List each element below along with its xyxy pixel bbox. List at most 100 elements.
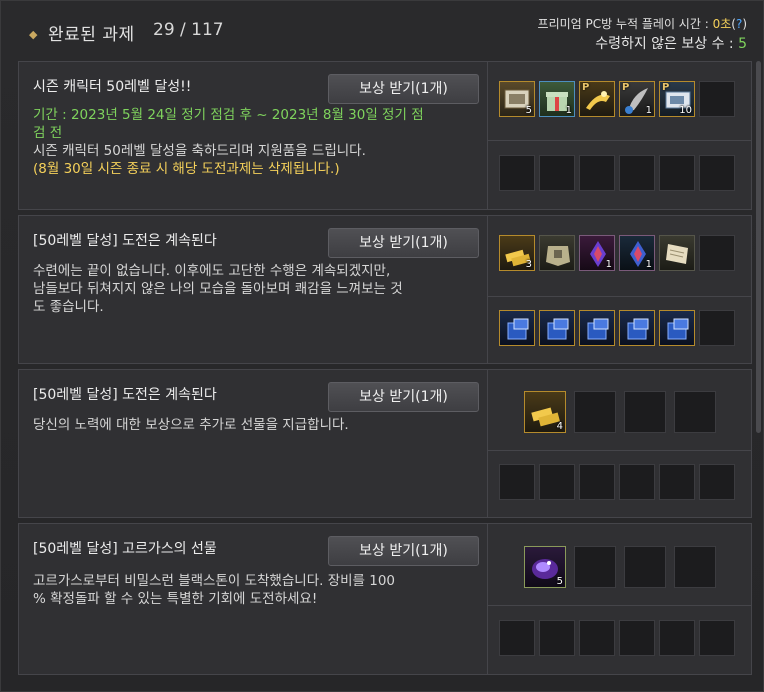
empty-slot	[579, 464, 615, 500]
description-text: 고르가스로부터 비밀스런 블랙스톤이 도착했습니다. 장비를 100	[33, 573, 396, 589]
pcroom-time: 0초	[712, 17, 732, 31]
challenge-card: 시즌 캐릭터 50레벨 달성!! 보상 받기(1개) 기간 : 2023년 5월…	[18, 61, 752, 210]
gift-box-icon[interactable]: 1	[539, 81, 575, 117]
claim-reward-button[interactable]: 보상 받기(1개)	[328, 536, 479, 566]
blue-crate-icon[interactable]	[579, 310, 615, 346]
empty-slot	[699, 81, 735, 117]
claim-reward-button[interactable]: 보상 받기(1개)	[328, 382, 479, 412]
card-info: [50레벨 달성] 도전은 계속된다 보상 받기(1개) 수련에는 끝이 없습니…	[19, 216, 487, 363]
item-quantity: 4	[556, 421, 563, 432]
empty-slot	[574, 391, 616, 433]
empty-slot	[499, 464, 535, 500]
empty-slot	[699, 310, 735, 346]
gold-bar-icon[interactable]: 3	[499, 235, 535, 271]
description-text: 남들보다 뒤쳐지지 않은 나의 모습을 돌아보며 쾌감을 느껴보는 것	[33, 281, 403, 297]
empty-slot	[619, 155, 655, 191]
unclaimed-count: 5	[738, 36, 747, 52]
completed-count: 29 / 117	[153, 20, 224, 40]
help-icon[interactable]: ?	[736, 17, 742, 31]
challenge-name: [50레벨 달성] 도전은 계속된다	[33, 233, 217, 249]
description-text: 당신의 노력에 대한 보상으로 추가로 선물을 지급합니다.	[33, 417, 349, 433]
empty-slot	[699, 235, 735, 271]
empty-slot	[699, 155, 735, 191]
challenge-description: 기간 : 2023년 5월 24일 정기 점검 후 ~ 2023년 8월 30일…	[33, 106, 483, 178]
blue-crate-icon[interactable]	[499, 310, 535, 346]
empty-slot	[574, 546, 616, 588]
purple-blackstone-icon[interactable]: 5	[524, 546, 566, 588]
period-text: 검 전	[33, 125, 63, 141]
item-quantity: 1	[565, 105, 572, 116]
claim-reward-button[interactable]: 보상 받기(1개)	[328, 228, 479, 258]
challenge-name: 시즌 캐릭터 50레벨 달성!!	[33, 79, 192, 95]
item-quantity: 1	[645, 105, 652, 116]
item-quantity: 10	[679, 105, 692, 116]
description-text: % 확정돌파 할 수 있는 특별한 기회에 도전하세요!	[33, 591, 318, 607]
challenge-card: [50레벨 달성] 도전은 계속된다 보상 받기(1개) 당신의 노력에 대한 …	[18, 369, 752, 518]
description-text: 도 좋습니다.	[33, 299, 104, 315]
header: ◆ 완료된 과제 29 / 117 프리미엄 PC방 누적 플레이 시간 : 0…	[1, 1, 764, 59]
empty-slot	[674, 391, 716, 433]
challenge-name: [50레벨 달성] 고르가스의 선물	[33, 541, 217, 557]
armor-chest-icon[interactable]	[539, 235, 575, 271]
blue-crystal-icon[interactable]: 1	[619, 235, 655, 271]
divider	[488, 605, 752, 606]
card-info: [50레벨 달성] 고르가스의 선물 보상 받기(1개) 고르가스로부터 비밀스…	[19, 524, 487, 674]
empty-slot	[539, 620, 575, 656]
item-quantity: 5	[556, 576, 563, 587]
empty-slot	[659, 620, 695, 656]
scrollbar[interactable]	[756, 61, 761, 433]
red-crystal-icon[interactable]: 1	[579, 235, 615, 271]
card-info: [50레벨 달성] 도전은 계속된다 보상 받기(1개) 당신의 노력에 대한 …	[19, 370, 487, 517]
notice-text: (8월 30일 시즌 종료 시 해당 도전과제는 삭제됩니다.)	[33, 161, 340, 177]
empty-slot	[659, 464, 695, 500]
challenge-description: 수련에는 끝이 없습니다. 이후에도 고단한 수행은 계속되겠지만, 남들보다 …	[33, 262, 483, 316]
divider	[488, 296, 752, 297]
claim-reward-button[interactable]: 보상 받기(1개)	[328, 74, 479, 104]
ticket-icon[interactable]: 5	[499, 81, 535, 117]
description-text: 시즌 캐릭터 50레벨 달성을 축하드리며 지원품을 드립니다.	[33, 143, 366, 159]
reward-slots: 5 1 P P 1 P 10	[487, 62, 752, 209]
diamond-icon: ◆	[29, 28, 38, 41]
challenge-card: [50레벨 달성] 고르가스의 선물 보상 받기(1개) 고르가스로부터 비밀스…	[18, 523, 752, 675]
empty-slot	[539, 155, 575, 191]
reward-slots: 3 1 1	[487, 216, 752, 363]
item-quantity: 1	[645, 259, 652, 270]
page-title: 완료된 과제	[48, 25, 135, 45]
divider	[488, 450, 752, 451]
empty-slot	[659, 155, 695, 191]
gold-horn-icon[interactable]: P	[579, 81, 615, 117]
challenge-card: [50레벨 달성] 도전은 계속된다 보상 받기(1개) 수련에는 끝이 없습니…	[18, 215, 752, 364]
divider	[488, 140, 752, 141]
coupon-icon[interactable]: P 10	[659, 81, 695, 117]
empty-slot	[624, 391, 666, 433]
scroll-icon[interactable]	[659, 235, 695, 271]
empty-slot	[699, 464, 735, 500]
unclaimed-rewards: 수령하지 않은 보상 수 : 5	[595, 33, 747, 53]
completed-challenges-window: ◆ 완료된 과제 29 / 117 프리미엄 PC방 누적 플레이 시간 : 0…	[0, 0, 764, 692]
blue-crate-icon[interactable]	[619, 310, 655, 346]
pcroom-playtime: 프리미엄 PC방 누적 플레이 시간 : 0초(?)	[537, 17, 747, 31]
gold-bar-icon[interactable]: 4	[524, 391, 566, 433]
challenge-description: 고르가스로부터 비밀스런 블랙스톤이 도착했습니다. 장비를 100 % 확정돌…	[33, 572, 483, 608]
item-quantity: 1	[605, 259, 612, 270]
item-quantity: 3	[525, 259, 532, 270]
empty-slot	[499, 620, 535, 656]
empty-slot	[674, 546, 716, 588]
item-quantity: 5	[525, 105, 532, 116]
card-info: 시즌 캐릭터 50레벨 달성!! 보상 받기(1개) 기간 : 2023년 5월…	[19, 62, 487, 209]
period-text: 기간 : 2023년 5월 24일 정기 점검 후 ~ 2023년 8월 30일…	[33, 107, 424, 123]
challenge-description: 당신의 노력에 대한 보상으로 추가로 선물을 지급합니다.	[33, 416, 483, 434]
empty-slot	[499, 155, 535, 191]
reward-slots: 5	[487, 524, 752, 674]
blue-crate-icon[interactable]	[539, 310, 575, 346]
description-text: 수련에는 끝이 없습니다. 이후에도 고단한 수행은 계속되겠지만,	[33, 263, 391, 279]
unclaimed-label: 수령하지 않은 보상 수 :	[595, 36, 739, 52]
empty-slot	[619, 464, 655, 500]
challenge-name: [50레벨 달성] 도전은 계속된다	[33, 387, 217, 403]
blue-crate-icon[interactable]	[659, 310, 695, 346]
pcroom-label: 프리미엄 PC방 누적 플레이 시간 :	[537, 17, 713, 31]
feather-icon[interactable]: P 1	[619, 81, 655, 117]
reward-slots: 4	[487, 370, 752, 517]
empty-slot	[699, 620, 735, 656]
empty-slot	[579, 155, 615, 191]
